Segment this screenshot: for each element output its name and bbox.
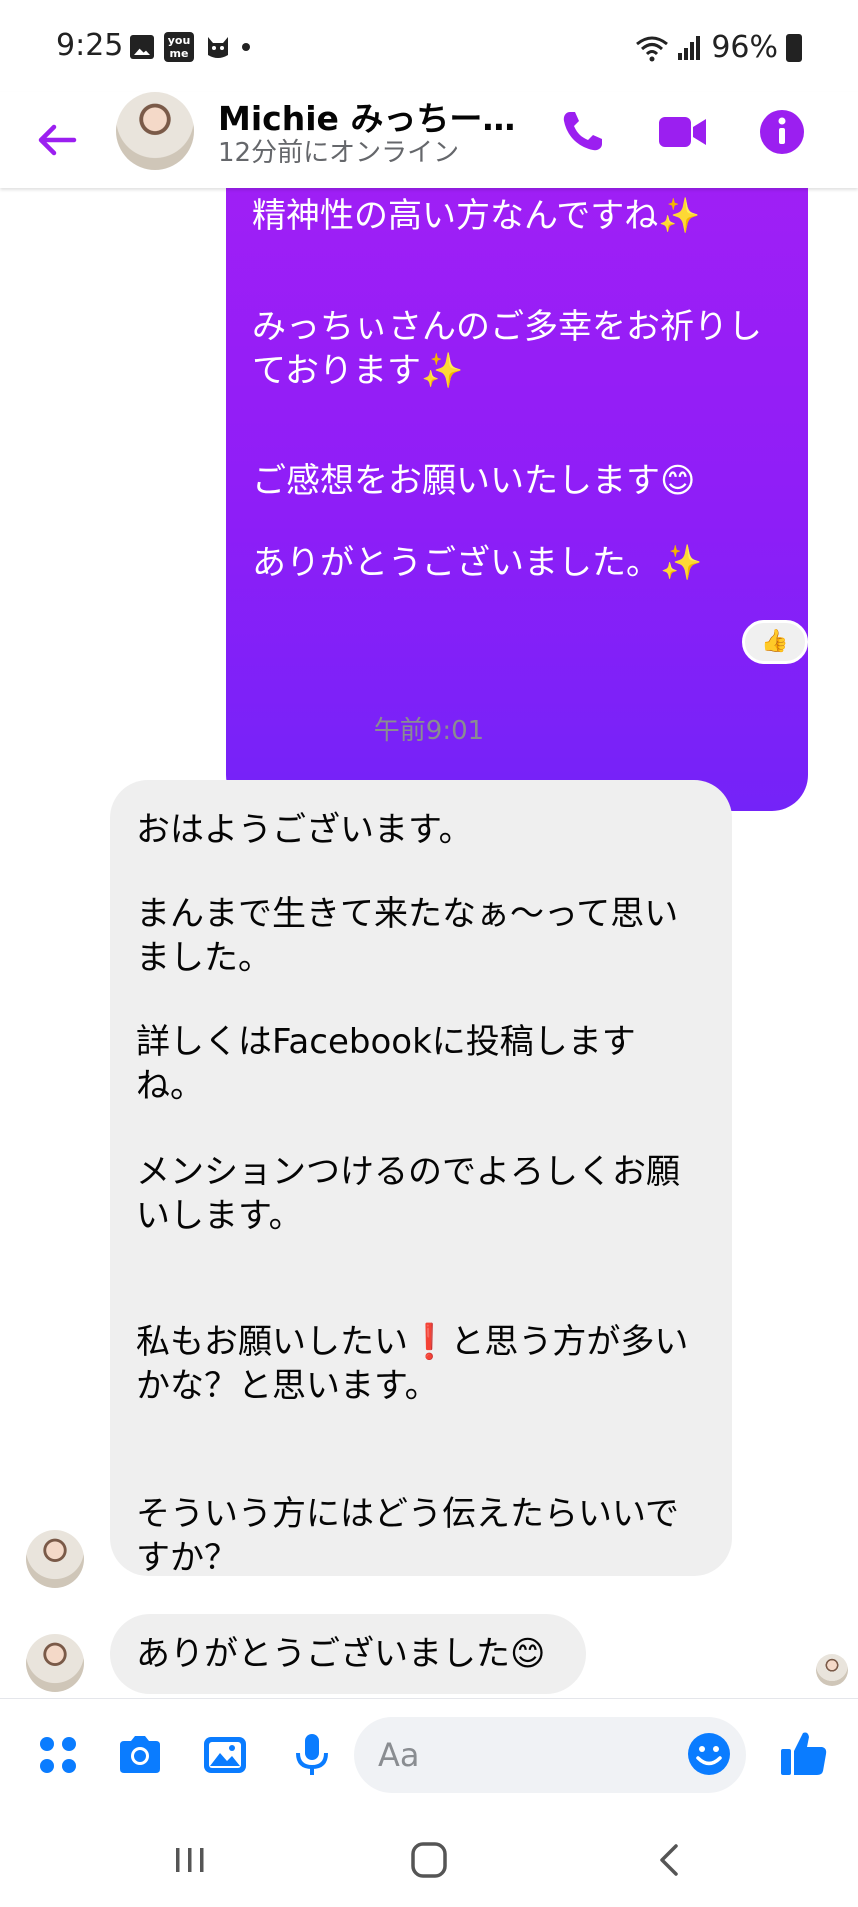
sent-message-line: ております✨ bbox=[252, 351, 464, 391]
sent-message-line: みっちぃさんのご多幸をお祈りし bbox=[252, 307, 762, 347]
message-input-placeholder: Aa bbox=[378, 1736, 420, 1774]
image-icon[interactable] bbox=[201, 1731, 249, 1779]
four-dots-icon[interactable] bbox=[34, 1731, 82, 1779]
received-message-line: まんまで生きて来たなぁ〜って思い bbox=[136, 894, 679, 934]
received-message-line: そういう方にはどう伝えたらいいで bbox=[136, 1494, 679, 1534]
gallery-notification-icon bbox=[130, 35, 154, 59]
sent-message-line: 精神性の高い方なんですね✨ bbox=[252, 196, 701, 236]
received-message-line: かな？と思います。 bbox=[136, 1366, 439, 1406]
conversation-header: Michie みっちー… 12分前にオンライン bbox=[0, 92, 858, 188]
wifi-icon bbox=[636, 36, 669, 61]
sent-message-line: ありがとうございました。✨ bbox=[252, 543, 703, 583]
video-camera-icon[interactable] bbox=[656, 106, 708, 158]
received-message-line: 私もお願いしたい❗と思う方が多い bbox=[136, 1322, 689, 1362]
camera-icon[interactable] bbox=[116, 1731, 164, 1779]
smiley-icon[interactable] bbox=[686, 1731, 732, 1777]
info-icon[interactable] bbox=[756, 106, 808, 158]
cat-app-icon bbox=[208, 37, 228, 58]
received-message-line: ました。 bbox=[136, 938, 272, 978]
back-icon[interactable] bbox=[650, 1840, 690, 1880]
read-receipt-avatar bbox=[816, 1654, 848, 1686]
status-bar: 9:25 you me 96% bbox=[0, 0, 858, 92]
received-message-line: ね。 bbox=[136, 1066, 204, 1106]
received-message-line: 詳しくはFacebookに投稿します bbox=[136, 1022, 636, 1062]
received-message-bubble[interactable]: ありがとうございました😊 bbox=[110, 1614, 586, 1694]
battery-icon bbox=[786, 33, 802, 62]
sender-avatar[interactable] bbox=[26, 1634, 84, 1692]
notification-icons: you me bbox=[130, 32, 250, 62]
received-message-line: メンションつけるのでよろしくお願 bbox=[136, 1152, 680, 1192]
received-message-line: すか？ bbox=[136, 1538, 238, 1578]
message-composer: Aa bbox=[0, 1698, 858, 1810]
contact-status: 12分前にオンライン bbox=[218, 138, 460, 168]
battery-percent: 96% bbox=[711, 30, 778, 65]
message-timestamp: 午前9:01 bbox=[373, 716, 485, 746]
received-message-line: おはようございます。 bbox=[136, 810, 473, 850]
reaction-thumbs-up[interactable]: 👍 bbox=[742, 620, 808, 664]
thumbs-up-icon[interactable] bbox=[778, 1727, 830, 1779]
sender-avatar[interactable] bbox=[26, 1530, 84, 1588]
sent-message-line: ご感想をお願いいたします😊 bbox=[252, 461, 696, 501]
microphone-icon[interactable] bbox=[288, 1731, 336, 1779]
phone-icon[interactable] bbox=[556, 106, 608, 158]
system-navigation-bar bbox=[0, 1810, 858, 1907]
signal-icon bbox=[678, 35, 701, 60]
message-list[interactable]: 精神性の高い方なんですね✨ みっちぃさんのご多幸をお祈りし ております✨ ご感想… bbox=[0, 188, 858, 1698]
received-message-line: いします。 bbox=[136, 1196, 303, 1236]
more-notifications-dot bbox=[242, 43, 250, 51]
message-input[interactable]: Aa bbox=[354, 1717, 746, 1793]
back-arrow-icon[interactable] bbox=[34, 118, 78, 162]
home-icon[interactable] bbox=[409, 1840, 449, 1880]
status-right: 96% bbox=[635, 30, 802, 65]
received-message-bubble[interactable]: おはようございます。 まんまで生きて来たなぁ〜って思い ました。 詳しくはFac… bbox=[110, 780, 732, 1578]
contact-avatar[interactable] bbox=[116, 92, 194, 170]
youme-app-icon: you me bbox=[164, 32, 194, 62]
recent-apps-icon[interactable] bbox=[170, 1840, 210, 1880]
status-time: 9:25 bbox=[56, 28, 124, 63]
